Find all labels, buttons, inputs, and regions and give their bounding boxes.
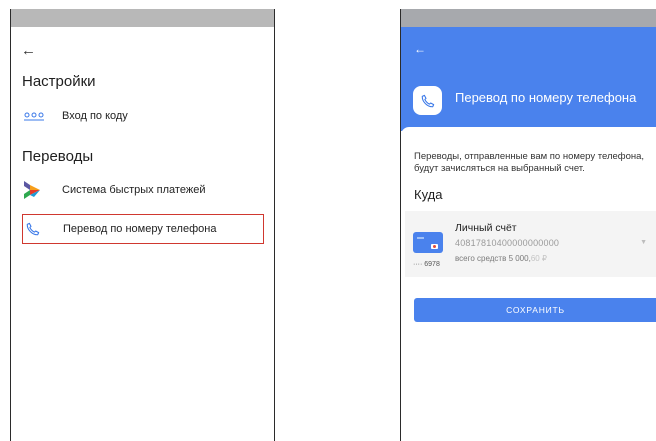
phone-icon — [23, 221, 63, 237]
header — [401, 27, 656, 131]
card-icon — [413, 232, 443, 253]
back-button[interactable]: ← — [21, 43, 36, 59]
description-text: Переводы, отправленные вам по номеру тел… — [414, 151, 645, 174]
status-bar — [401, 9, 656, 27]
account-balance: всего средств 5 000,60 ₽ — [455, 254, 547, 263]
sbp-logo-icon — [22, 181, 62, 199]
account-number: 40817810400000000000 — [455, 238, 560, 248]
status-bar — [11, 9, 274, 27]
chevron-down-icon[interactable]: ▼ — [640, 239, 647, 246]
balance-prefix: всего средств — [455, 254, 507, 263]
back-button[interactable]: ← — [414, 42, 426, 56]
settings-screen: ← Настройки Вход по коду Переводы Систем… — [10, 9, 275, 441]
settings-item-label: Вход по коду — [62, 110, 128, 122]
balance-cents: 60 ₽ — [530, 254, 548, 263]
arrow-left-icon: ← — [21, 42, 36, 59]
settings-section-title: Настройки — [22, 73, 96, 90]
save-button[interactable]: СОХРАНИТЬ — [414, 298, 656, 322]
arrow-left-icon: ← — [414, 42, 426, 56]
transfers-item-phone[interactable]: Перевод по номеру телефона — [22, 214, 264, 244]
transfers-section-title: Переводы — [22, 148, 94, 165]
card-mask: ···· 6978 — [413, 261, 440, 268]
balance-main: 5 000, — [508, 254, 531, 263]
transfers-item-label: Система быстрых платежей — [62, 184, 206, 196]
phone-icon — [413, 86, 442, 115]
phone-transfer-screen: ← Перевод по номеру телефона Переводы, о… — [400, 9, 656, 441]
account-selector[interactable]: ···· 6978 Личный счёт 408178104000000000… — [405, 211, 656, 277]
destination-label: Куда — [414, 187, 443, 202]
transfers-item-label: Перевод по номеру телефона — [63, 223, 217, 235]
account-name: Личный счёт — [455, 222, 517, 234]
settings-item-code-login[interactable]: Вход по коду — [22, 101, 264, 131]
transfers-item-sbp[interactable]: Система быстрых платежей — [22, 175, 264, 205]
dots-code-icon — [22, 111, 62, 121]
page-title: Перевод по номеру телефона — [455, 90, 637, 105]
